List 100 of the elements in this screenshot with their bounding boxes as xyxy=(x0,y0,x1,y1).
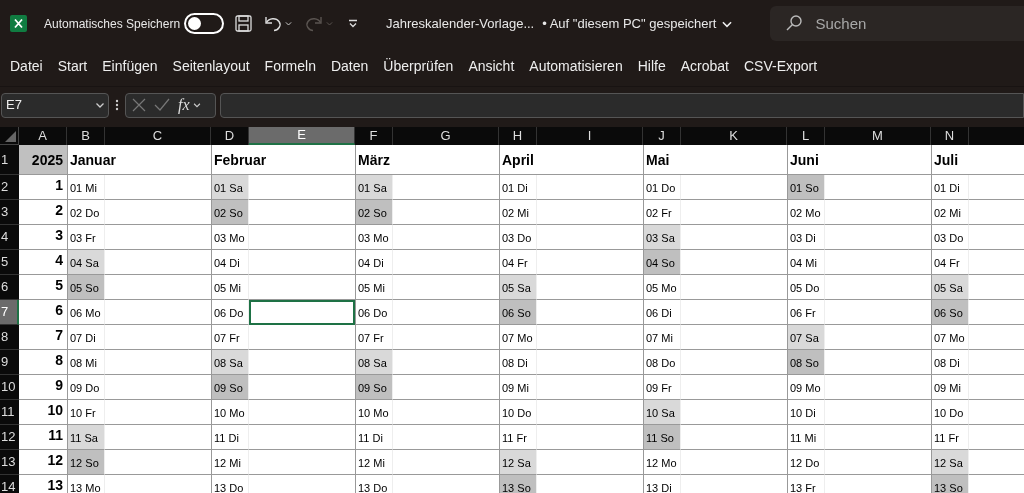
select-all-icon[interactable] xyxy=(5,131,16,142)
month-title: März xyxy=(355,145,499,175)
day-cell: 01 Di xyxy=(931,175,969,200)
formula-input[interactable] xyxy=(220,92,1024,118)
day-cell: 07 Fr xyxy=(211,325,249,350)
day-cell: 02 Fr xyxy=(643,200,681,225)
day-cell: 05 Do xyxy=(787,275,825,300)
ribbon-tab[interactable]: Seitenlayout xyxy=(167,56,255,77)
ribbon-tab[interactable]: Hilfe xyxy=(632,56,671,77)
row-header[interactable]: 1 xyxy=(0,145,19,175)
day-cell: 04 Sa xyxy=(67,250,105,275)
ribbon-tab[interactable]: Überprüfen xyxy=(378,56,459,77)
day-cell: 10 Mo xyxy=(211,400,249,425)
day-cell: 06 Do xyxy=(355,300,393,325)
more-options-icon[interactable] xyxy=(115,99,119,111)
cancel-icon[interactable] xyxy=(132,98,146,112)
day-cell: 03 Fr xyxy=(67,225,105,250)
save-icon[interactable] xyxy=(235,15,253,32)
day-cell: 05 Mi xyxy=(355,275,393,300)
row-header[interactable]: 7 xyxy=(0,300,19,325)
row-header[interactable]: 14 xyxy=(0,475,19,493)
column-header[interactable]: A xyxy=(19,127,67,145)
day-cell: 05 Mo xyxy=(643,275,681,300)
day-cell: 12 Mo xyxy=(643,450,681,475)
search-field[interactable]: Suchen xyxy=(770,6,1024,41)
day-cell: 11 Di xyxy=(355,425,393,450)
undo-dropdown-icon xyxy=(284,19,294,28)
day-cell: 02 Mi xyxy=(931,200,969,225)
day-cell: 02 So xyxy=(355,200,393,225)
insert-function-button[interactable]: fx xyxy=(178,97,190,113)
month-title: April xyxy=(499,145,643,175)
active-cell[interactable] xyxy=(249,300,355,325)
row-header[interactable]: 9 xyxy=(0,350,19,375)
select-all-corner[interactable] xyxy=(0,127,19,145)
autosave-toggle[interactable] xyxy=(184,13,225,34)
day-cell: 13 So xyxy=(499,475,537,493)
row-header[interactable]: 5 xyxy=(0,250,19,275)
redo-dropdown-icon xyxy=(325,19,335,28)
row-header[interactable]: 12 xyxy=(0,425,19,450)
day-cell: 08 Sa xyxy=(355,350,393,375)
column-header[interactable]: E xyxy=(249,127,355,145)
excel-logo-icon xyxy=(10,15,27,32)
ribbon-tab[interactable]: Formeln xyxy=(259,56,321,77)
ribbon-tab[interactable]: Datei xyxy=(5,56,48,77)
column-header[interactable]: N xyxy=(931,127,969,145)
row-header[interactable]: 8 xyxy=(0,325,19,350)
day-cell: 12 Sa xyxy=(931,450,969,475)
day-cell: 11 Sa xyxy=(67,425,105,450)
day-cell: 07 Fr xyxy=(355,325,393,350)
day-cell: 07 Sa xyxy=(787,325,825,350)
day-cell: 13 Di xyxy=(643,475,681,493)
column-header[interactable]: C xyxy=(105,127,211,145)
column-header[interactable]: K xyxy=(681,127,787,145)
ribbon-tab[interactable]: Daten xyxy=(325,56,374,77)
row-header[interactable]: 3 xyxy=(0,200,19,225)
ribbon-tab[interactable]: Einfügen xyxy=(97,56,163,77)
day-cell: 11 So xyxy=(643,425,681,450)
column-header[interactable]: I xyxy=(537,127,643,145)
undo-icon[interactable] xyxy=(264,15,283,32)
day-cell: 01 Sa xyxy=(211,175,249,200)
column-header[interactable]: F xyxy=(355,127,393,145)
column-header[interactable]: D xyxy=(211,127,249,145)
ribbon-tab[interactable]: CSV-Export xyxy=(738,56,823,77)
column-header[interactable]: L xyxy=(787,127,825,145)
column-header[interactable]: G xyxy=(393,127,499,145)
column-header[interactable]: H xyxy=(499,127,537,145)
row-header[interactable]: 4 xyxy=(0,225,19,250)
name-box[interactable]: E7 xyxy=(1,92,109,118)
ribbon-tab[interactable]: Ansicht xyxy=(463,56,520,77)
day-cell: 09 Do xyxy=(67,375,105,400)
day-cell: 04 Mi xyxy=(787,250,825,275)
customize-toolbar-icon[interactable] xyxy=(348,18,359,29)
row-header[interactable]: 2 xyxy=(0,175,19,200)
day-cell: 02 Mo xyxy=(787,200,825,225)
row-header[interactable]: 10 xyxy=(0,375,19,400)
column-header[interactable]: B xyxy=(67,127,105,145)
autosave-label: Automatisches Speichern xyxy=(44,15,181,33)
day-cell: 10 Fr xyxy=(67,400,105,425)
day-cell: 05 Mi xyxy=(211,275,249,300)
row-header[interactable]: 13 xyxy=(0,450,19,475)
day-cell: 10 Do xyxy=(931,400,969,425)
day-cell: 05 So xyxy=(67,275,105,300)
day-cell: 10 Sa xyxy=(643,400,681,425)
day-cell: 04 Fr xyxy=(931,250,969,275)
day-cell: 10 Do xyxy=(499,400,537,425)
column-header[interactable]: J xyxy=(643,127,681,145)
day-cell: 11 Di xyxy=(211,425,249,450)
day-cell: 04 So xyxy=(643,250,681,275)
ribbon-tab[interactable]: Automatisieren xyxy=(524,56,628,77)
day-cell: 11 Fr xyxy=(499,425,537,450)
ribbon-tab[interactable]: Acrobat xyxy=(675,56,734,77)
ribbon-tab[interactable]: Start xyxy=(52,56,93,77)
day-cell: 04 Di xyxy=(211,250,249,275)
column-header[interactable]: M xyxy=(825,127,931,145)
day-cell: 06 Fr xyxy=(787,300,825,325)
row-header[interactable]: 11 xyxy=(0,400,19,425)
check-icon[interactable] xyxy=(154,98,170,112)
row-header[interactable]: 6 xyxy=(0,275,19,300)
day-cell: 11 Mi xyxy=(787,425,825,450)
day-cell: 07 Mo xyxy=(499,325,537,350)
